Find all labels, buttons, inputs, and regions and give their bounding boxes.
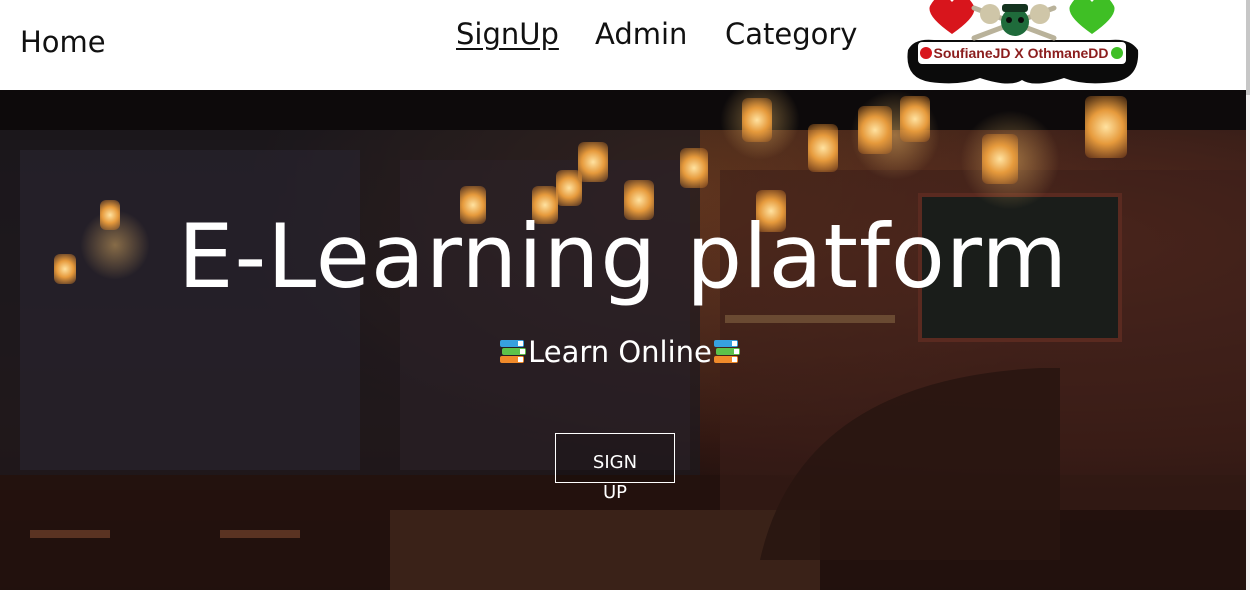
logo-heart-red-icon xyxy=(929,0,975,34)
hero-subtitle-row: Learn Online xyxy=(0,338,1240,367)
books-icon xyxy=(500,340,527,363)
books-icon xyxy=(713,340,740,363)
navbar: Home SignUp Admin Category SoufianeJD X … xyxy=(0,0,1246,90)
brand-logo[interactable]: SoufianeJD X OthmaneDD xyxy=(904,0,1140,90)
logo-text: SoufianeJD X OthmaneDD xyxy=(933,45,1108,61)
hero-signup-button[interactable]: SIGN UP xyxy=(555,433,675,503)
scrollbar-thumb[interactable] xyxy=(1246,0,1250,95)
logo-heart-green-icon xyxy=(1069,0,1115,34)
logo-skull-icon xyxy=(971,4,1057,41)
scrollbar[interactable] xyxy=(1246,0,1250,590)
nav-category-link[interactable]: Category xyxy=(725,20,857,49)
nav-home-link[interactable]: Home xyxy=(20,28,106,57)
nav-signup-link[interactable]: SignUp xyxy=(456,20,559,49)
nav-admin-link[interactable]: Admin xyxy=(595,20,687,49)
hero-section: E-Learning platform Learn Online SIGN UP xyxy=(0,90,1246,590)
hero-title: E-Learning platform xyxy=(177,205,1069,308)
hero-subtitle: Learn Online xyxy=(528,335,712,369)
